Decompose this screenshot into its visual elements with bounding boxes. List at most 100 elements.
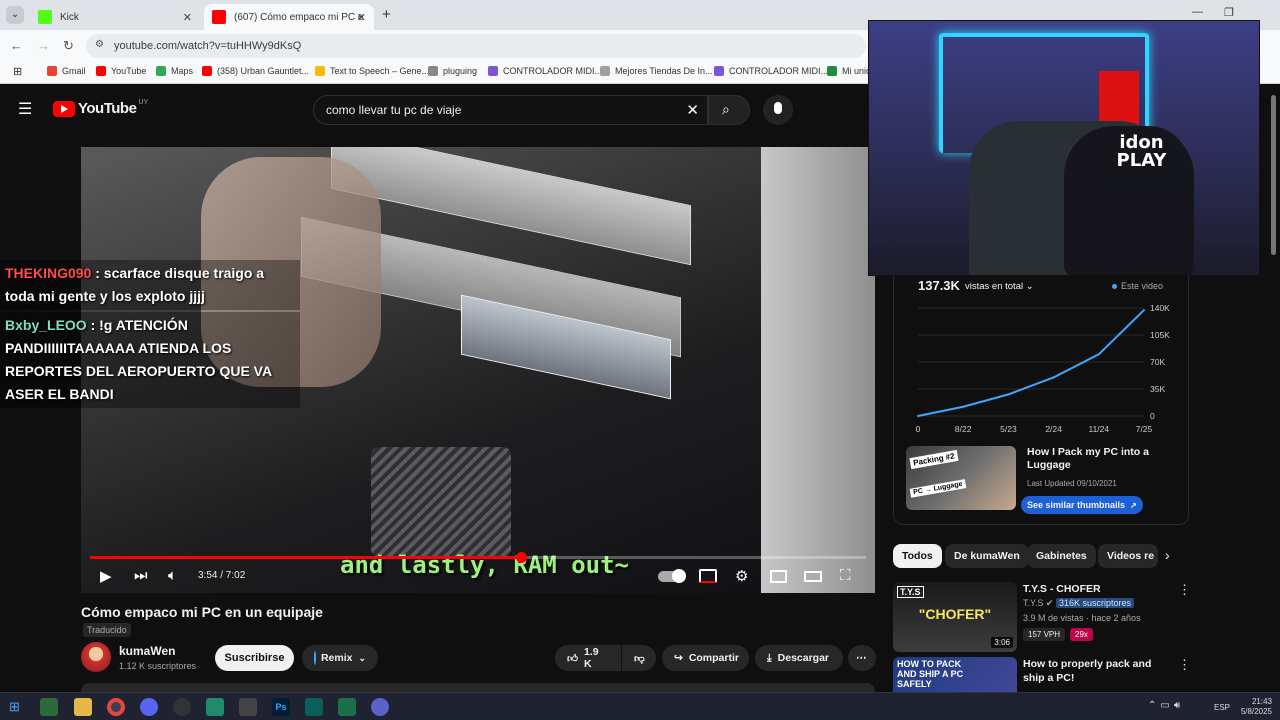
chip-gabinetes[interactable]: Gabinetes [1027,544,1096,568]
time-display: 3:54 / 7:02 [198,570,246,581]
dislike-button[interactable]: 👎︎ [622,645,656,671]
share-button[interactable]: ↪ Compartir [662,645,749,671]
windows-start-icon[interactable]: ⊞ [9,699,20,715]
forward-icon[interactable]: → [37,38,50,53]
bookmark-youtube[interactable]: YouTube [96,66,146,76]
channel-avatar[interactable] [81,642,111,672]
chart-y-tick-label: 35K [1150,384,1165,394]
tray-icons[interactable]: ⌃▭🔊︎ [1148,700,1184,711]
language-indicator[interactable]: ESP [1214,703,1230,712]
taskbar-explorer-icon[interactable] [74,698,92,716]
legend-dot-icon [1112,284,1117,289]
tab-search-button[interactable]: ⌄ [6,6,24,24]
search-input[interactable]: como llevar tu pc de viaje ✕ [313,95,708,125]
youtube-play-icon [53,100,75,117]
play-icon[interactable]: ▶ [100,567,112,585]
voice-search-button[interactable] [763,95,793,125]
chart-point [917,415,919,417]
volume-icon[interactable]: 🔈︎ [168,567,177,584]
card-updated: Last Updated 09/10/2021 [1027,479,1117,488]
tab-youtube[interactable]: (607) Cómo empaco mi PC en un e ✕ [204,4,374,30]
taskbar-app-icon[interactable] [239,698,257,716]
channel-name[interactable]: kumaWen [119,644,175,658]
url-field[interactable]: ⚙ youtube.com/watch?v=tuHHWy9dKsQ [86,34,866,58]
close-icon[interactable]: ✕ [183,11,192,24]
download-button[interactable]: ⤓ Descargar [755,645,843,671]
chevron-right-icon[interactable]: › [1165,547,1170,563]
page-scrollbar[interactable] [1271,95,1276,255]
remix-button[interactable]: Remix ⌄ [302,645,378,671]
like-button[interactable]: 👍︎ 1.9 K [555,645,621,671]
fullscreen-icon[interactable]: ⛶ [840,567,851,584]
tab-label: (607) Cómo empaco mi PC en un e [234,11,364,23]
clear-search-icon[interactable]: ✕ [686,101,699,119]
verified-icon: ✔ [1045,598,1054,608]
apps-icon[interactable]: ⊞ [13,65,22,78]
progress-bar[interactable] [90,552,866,563]
recommendation-thumbnail[interactable]: HOW TO PACK AND SHIP A PC SAFELY [893,657,1017,697]
recommendation-item[interactable]: T.Y.S "CHOFER" 3:06 T.Y.S - CHOFER T.Y.S… [893,582,1193,652]
restore-icon[interactable]: ❐ [1224,6,1234,19]
progress-handle[interactable] [515,552,527,563]
taskbar-chrome-icon[interactable] [107,698,125,716]
more-vert-icon[interactable]: ⋮ [1178,582,1191,598]
windows-taskbar: ⊞ Ps ⌃▭🔊︎ ESP 21:43 5/8/2025 [0,692,1280,720]
chart-x-tick-label: 8/22 [955,424,972,434]
autoplay-toggle[interactable] [658,569,686,583]
thumb-text: "CHOFER" [918,606,992,622]
bookmark-tiendas[interactable]: Mejores Tiendas De In... [600,66,713,76]
subscribe-button[interactable]: Suscribirse [215,645,294,671]
thumbs-down-icon: 👎︎ [634,652,645,665]
taskbar-app-icon[interactable] [371,698,389,716]
thumb-tag: PC → Luggage [909,479,967,498]
taskbar-app-icon[interactable] [305,698,323,716]
similar-thumbnails-button[interactable]: See similar thumbnails ↗ [1021,496,1143,514]
search-button[interactable]: ⌕ [708,95,750,125]
microphone-icon [774,102,782,114]
webcam-overlay: idon PLAY [868,20,1260,276]
recommendation-thumbnail[interactable]: T.Y.S "CHOFER" 3:06 [893,582,1017,652]
subtitles-icon[interactable] [699,569,717,583]
close-icon[interactable]: ✕ [357,11,366,24]
taskbar-obs-icon[interactable] [173,698,191,716]
card-thumbnail[interactable]: Packing #2 PC → Luggage [906,446,1016,510]
views-dropdown[interactable]: vistas en total ⌄ [965,281,1034,292]
chip-todos[interactable]: Todos [893,544,942,568]
menu-icon[interactable]: ☰ [18,99,32,119]
tts-icon [315,66,325,76]
taskbar-terminal-icon[interactable] [40,698,58,716]
taskbar-photoshop-icon[interactable]: Ps [272,698,290,716]
settings-icon[interactable]: ⚙ [735,567,748,585]
bookmark-midi-1[interactable]: CONTROLADOR MIDI... [488,66,602,76]
minimize-icon[interactable]: — [1192,6,1203,18]
system-clock[interactable]: 21:43 5/8/2025 [1241,697,1272,717]
chart-y-tick-label: 105K [1150,330,1170,340]
tab-kick[interactable]: Kick ✕ [30,4,200,30]
miniplayer-icon[interactable] [770,570,787,583]
more-actions-button[interactable]: ⋯ [848,645,876,671]
bookmark-urban-gauntlet[interactable]: (358) Urban Gauntlet... [202,66,309,76]
new-tab-button[interactable]: + [382,6,391,23]
theater-mode-icon[interactable] [804,571,822,582]
bookmark-maps[interactable]: Maps [156,66,193,76]
bookmark-gmail[interactable]: Gmail [47,66,86,76]
more-vert-icon[interactable]: ⋮ [1178,657,1191,673]
next-icon[interactable]: ⏭ [134,567,148,584]
chip-de-kumawen[interactable]: De kumaWen [945,544,1029,568]
recommendation-item[interactable]: HOW TO PACK AND SHIP A PC SAFELY How to … [893,657,1193,697]
site-info-icon[interactable]: ⚙ [95,39,104,50]
taskbar-app-icon[interactable] [206,698,224,716]
back-icon[interactable]: ← [10,38,23,53]
bookmark-tts[interactable]: Text to Speech – Gene... [315,66,429,76]
bookmark-midi-2[interactable]: CONTROLADOR MIDI... [714,66,828,76]
youtube-logo[interactable]: YouTube UY [53,99,148,117]
thumb-logo: T.Y.S [897,586,924,598]
taskbar-app-icon[interactable] [338,698,356,716]
chart-point [1097,353,1100,356]
taskbar-app-icon[interactable] [140,698,158,716]
chip-videos[interactable]: Videos re [1098,544,1158,568]
thumbs-up-icon: 👍︎ [567,652,578,665]
bookmark-pluguing[interactable]: pluguing [428,66,477,76]
bookmark-drive[interactable]: Mi unid [827,66,871,76]
reload-icon[interactable]: ↻ [63,38,74,54]
